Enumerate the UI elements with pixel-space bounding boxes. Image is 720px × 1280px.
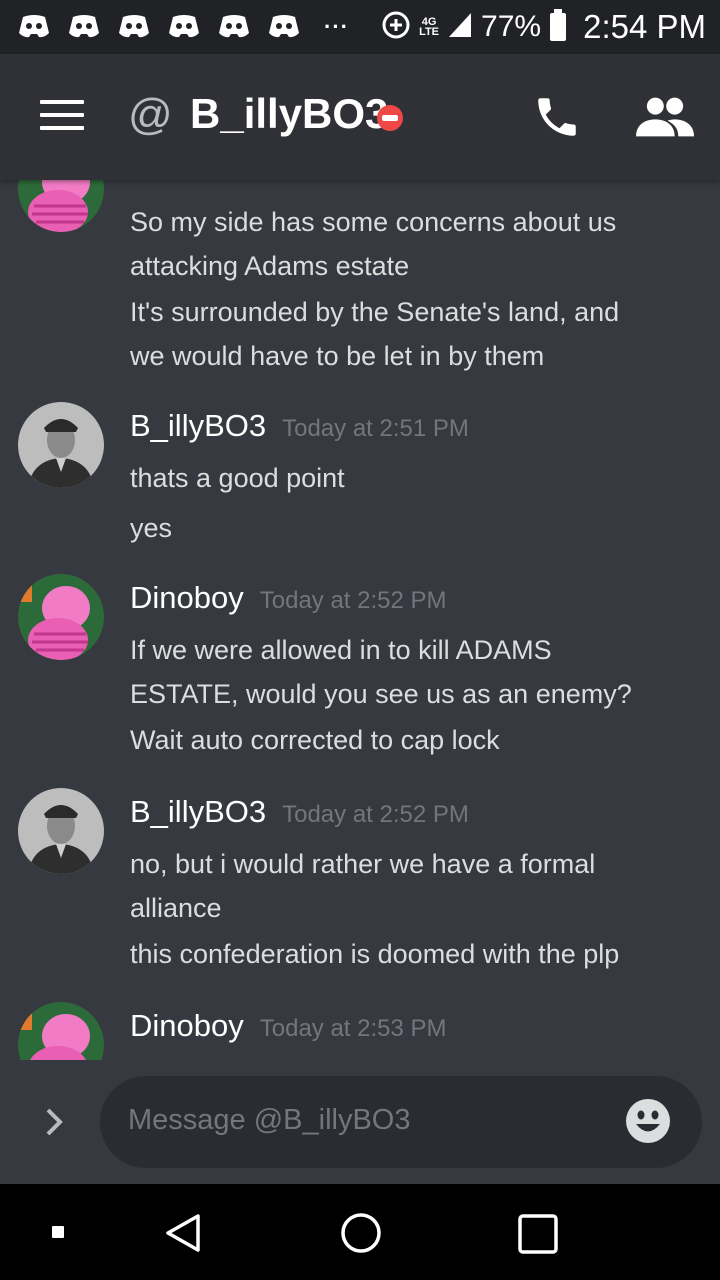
members-icon[interactable] xyxy=(636,94,694,140)
author-name[interactable]: Dinoboy xyxy=(130,1008,244,1044)
message-line: yes xyxy=(130,513,173,543)
message-input-placeholder: Message @B_illyBO3 xyxy=(128,1104,411,1136)
message-line: ESTATE, would you see us as an enemy? xyxy=(130,679,632,709)
message-composer: Message @B_illyBO3 xyxy=(0,1060,720,1184)
author-name[interactable]: B_illyBO3 xyxy=(130,408,266,444)
timestamp: Today at 2:52 PM xyxy=(259,587,447,614)
message-line: If we were allowed in to kill ADAMS xyxy=(130,635,552,665)
timestamp: Today at 2:51 PM xyxy=(282,415,469,442)
message-line: It's surrounded by the Senate's land, an… xyxy=(130,297,620,327)
system-status: 4G LTE 77% 2:54 PM xyxy=(381,8,706,46)
pink-pig-avatar[interactable] xyxy=(18,1002,104,1060)
message-header: Dinoboy Today at 2:52 PM xyxy=(130,580,447,616)
author-name[interactable]: B_illyBO3 xyxy=(130,794,266,830)
clock: 2:54 PM xyxy=(583,8,706,45)
timestamp: Today at 2:53 PM xyxy=(259,1015,447,1042)
at-icon: @ xyxy=(128,90,173,139)
android-nav-bar xyxy=(0,1184,720,1280)
officer-portrait-avatar[interactable] xyxy=(18,402,104,488)
status-bar: ··· 4G LTE 77% 2:54 PM xyxy=(0,0,720,54)
message-input[interactable]: Message @B_illyBO3 xyxy=(100,1076,702,1168)
battery-percentage: 77% xyxy=(481,10,542,43)
message-line: no, but i would rather we have a formal xyxy=(130,849,596,879)
emoji-icon[interactable] xyxy=(624,1097,672,1145)
data-saver-icon xyxy=(381,10,411,45)
back-icon[interactable] xyxy=(162,1212,204,1259)
message-line: we would have to be let in by them xyxy=(130,341,545,371)
author-name[interactable]: Dinoboy xyxy=(130,580,244,616)
message-line: So my side has some concerns about us xyxy=(130,207,617,237)
discord-icon xyxy=(118,14,150,40)
officer-portrait-avatar[interactable] xyxy=(18,788,104,874)
pink-pig-avatar[interactable] xyxy=(18,180,104,232)
message-list[interactable]: So my side has some concerns about us at… xyxy=(0,180,720,1060)
chevron-right-icon[interactable] xyxy=(42,1106,66,1138)
battery-icon xyxy=(549,8,567,46)
message-line: this confederation is doomed with the pl… xyxy=(130,939,620,969)
discord-icon xyxy=(68,14,100,40)
discord-icon xyxy=(218,14,250,40)
more-notifications-indicator: ··· xyxy=(324,14,349,39)
message-line: alliance xyxy=(130,893,222,923)
hamburger-menu-icon[interactable] xyxy=(40,100,84,134)
message-header: B_illyBO3 Today at 2:52 PM xyxy=(130,794,469,830)
message-header: Dinoboy Today at 2:53 PM xyxy=(130,1008,447,1044)
network-type-icon: 4G LTE xyxy=(419,16,440,38)
discord-icon xyxy=(168,14,200,40)
discord-icon xyxy=(268,14,300,40)
pink-pig-avatar[interactable] xyxy=(18,574,104,660)
message-line: attacking Adams estate xyxy=(130,251,410,281)
message-header: B_illyBO3 Today at 2:51 PM xyxy=(130,408,469,444)
small-square-icon[interactable] xyxy=(52,1226,64,1238)
timestamp: Today at 2:52 PM xyxy=(282,801,469,828)
message-line: Wait auto corrected to cap lock xyxy=(130,725,500,755)
message-line: thats a good point xyxy=(130,463,345,493)
notification-icons xyxy=(18,14,300,40)
channel-title: B_illyBO3 xyxy=(190,90,389,137)
dnd-status-icon xyxy=(377,105,403,131)
discord-icon xyxy=(18,14,50,40)
conversation-header: @ B_illyBO3 xyxy=(0,54,720,180)
home-icon[interactable] xyxy=(340,1212,382,1259)
signal-icon xyxy=(447,11,473,44)
phone-call-icon[interactable] xyxy=(532,92,582,142)
recents-icon[interactable] xyxy=(518,1214,558,1259)
